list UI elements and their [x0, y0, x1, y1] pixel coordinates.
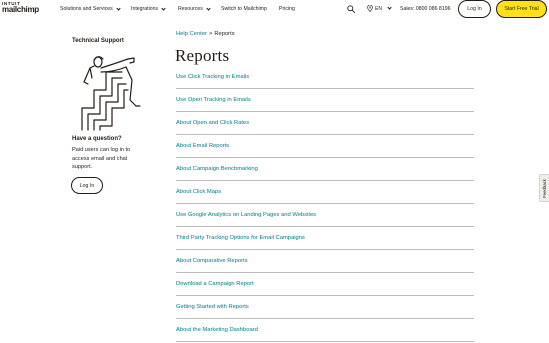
article-link[interactable]: About Comparative Reports — [176, 258, 248, 264]
article-link[interactable]: About Email Reports — [176, 143, 229, 149]
nav-switch-to-mailchimp[interactable]: Switch to Mailchimp — [221, 6, 267, 12]
breadcrumb-help-center[interactable]: Help Center — [176, 31, 207, 37]
top-nav: INTUIT mailchimp Solutions and Services … — [0, 0, 549, 20]
article-link[interactable]: About the Marketing Dashboard — [176, 327, 258, 333]
list-item: About Comparative Reports — [176, 250, 474, 273]
nav-resources[interactable]: Resources — [178, 5, 211, 12]
article-link[interactable]: About Open and Click Rates — [176, 120, 249, 126]
nav-label: Solutions and Services — [60, 6, 113, 12]
nav-label: Integrations — [131, 6, 159, 12]
nav-label: Switch to Mailchimp — [221, 6, 267, 12]
breadcrumb: Help Center > Reports — [176, 31, 235, 37]
breadcrumb-current: Reports — [214, 31, 235, 37]
article-link[interactable]: Download a Campaign Report — [176, 281, 254, 287]
feedback-tab[interactable]: Feedback — [539, 174, 549, 202]
mailchimp-logo[interactable]: INTUIT mailchimp — [2, 1, 52, 18]
article-link[interactable]: Use Google Analytics on Landing Pages an… — [176, 212, 316, 218]
article-link[interactable]: Third Party Tracking Options for Email C… — [176, 235, 305, 241]
logo-line-mailchimp: mailchimp — [2, 4, 39, 14]
list-item: Download a Campaign Report — [176, 273, 474, 296]
article-link[interactable]: About Click Maps — [176, 189, 221, 195]
nav-integrations[interactable]: Integrations — [131, 5, 166, 12]
chevron-down-icon — [387, 5, 392, 10]
sidebar-paragraph: Paid users can log in to access email an… — [72, 147, 131, 171]
page-title: Reports — [175, 46, 230, 65]
list-item: Use Google Analytics on Landing Pages an… — [176, 204, 474, 227]
list-item: Third Party Tracking Options for Email C… — [176, 227, 474, 250]
location-pin-icon — [367, 5, 373, 12]
list-item: About the Marketing Dashboard — [176, 319, 474, 342]
list-item: About Open and Click Rates — [176, 112, 474, 135]
breadcrumb-separator: > — [208, 31, 213, 37]
article-link[interactable]: Use Open Tracking in Emails — [176, 97, 251, 103]
article-link[interactable]: About Campaign Benchmarking — [176, 166, 258, 172]
chevron-down-icon — [161, 5, 166, 11]
header-login-button[interactable]: Log In — [458, 0, 491, 18]
sidebar-title: Technical Support — [72, 38, 124, 44]
list-item: Getting Started with Reports — [176, 296, 474, 319]
list-item: About Email Reports — [176, 135, 474, 158]
sidebar-login-button[interactable]: Log In — [71, 177, 103, 194]
article-link[interactable]: Use Click Tracking in Emails — [176, 74, 249, 80]
list-item: About Click Maps — [176, 181, 474, 204]
chevron-down-icon — [116, 5, 121, 11]
sales-phone[interactable]: Sales: 0800 086 8196 — [400, 6, 450, 12]
chevron-down-icon — [206, 5, 211, 11]
article-list: Use Click Tracking in Emails Use Open Tr… — [176, 66, 474, 342]
feedback-label: Feedback — [542, 178, 547, 198]
list-item: About Campaign Benchmarking — [176, 158, 474, 181]
article-link[interactable]: Getting Started with Reports — [176, 304, 249, 310]
sidebar-question: Have a question? — [72, 136, 122, 142]
locale-selector[interactable]: EN — [367, 5, 392, 12]
start-free-trial-button[interactable]: Start Free Trial — [496, 0, 547, 18]
nav-label: Pricing — [279, 6, 295, 12]
nav-solutions-and-services[interactable]: Solutions and Services — [60, 5, 121, 12]
list-item: Use Click Tracking in Emails — [176, 66, 474, 89]
search-icon[interactable] — [347, 5, 355, 13]
nav-pricing[interactable]: Pricing — [279, 6, 295, 12]
locale-label: EN — [375, 5, 382, 12]
list-item: Use Open Tracking in Emails — [176, 89, 474, 112]
support-illustration — [81, 56, 141, 131]
nav-label: Resources — [178, 6, 203, 12]
